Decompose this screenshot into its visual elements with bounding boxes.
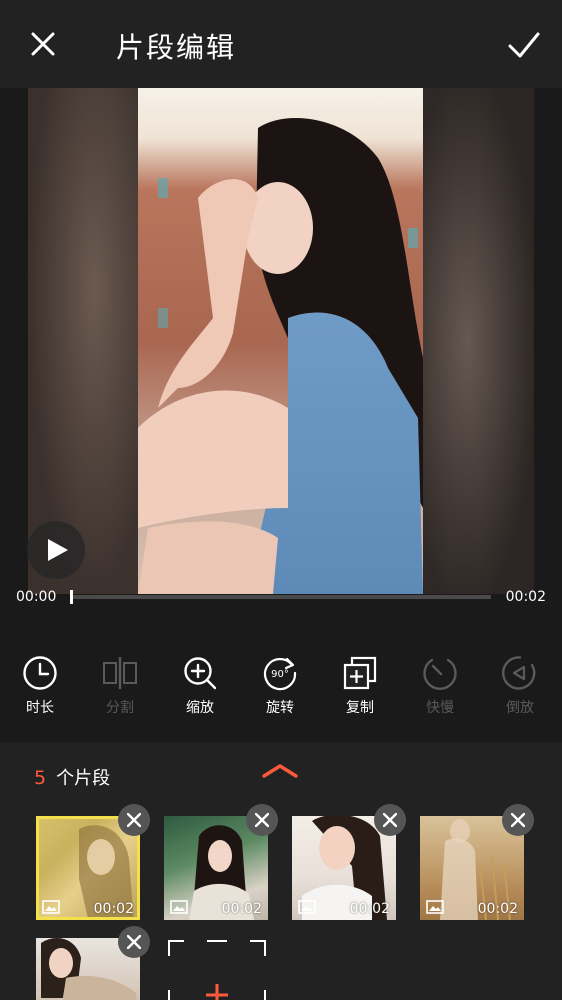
speed-icon xyxy=(423,658,457,690)
play-button[interactable] xyxy=(27,521,85,579)
close-button[interactable] xyxy=(26,27,60,61)
clip-duration: 00:02 xyxy=(221,901,262,917)
tool-duplicate[interactable]: 复制 xyxy=(325,655,395,725)
tool-zoom[interactable]: 缩放 xyxy=(165,655,235,725)
total-time: 00:02 xyxy=(505,589,546,605)
tool-rotate[interactable]: 90° 旋转 xyxy=(245,655,315,725)
tool-duration-label: 时长 xyxy=(26,700,54,716)
clip-count-number: 5 xyxy=(34,767,47,789)
tool-split[interactable]: 分割 xyxy=(85,655,155,725)
close-icon xyxy=(127,935,141,949)
clip-duration: 00:02 xyxy=(349,901,390,917)
blurred-background-left xyxy=(28,88,138,594)
edit-toolbar: 时长 分割 缩放 90° 旋转 复制 快慢 倒放 xyxy=(0,655,562,725)
tool-reverse-label: 倒放 xyxy=(506,700,534,716)
clip-duration: 00:02 xyxy=(93,901,134,917)
image-icon xyxy=(298,900,316,914)
close-icon xyxy=(127,813,141,827)
clip-thumbnail[interactable]: 00:02 xyxy=(36,804,150,920)
remove-clip-button[interactable] xyxy=(118,804,150,836)
tool-speed-label: 快慢 xyxy=(426,700,454,716)
image-icon xyxy=(426,900,444,914)
video-preview[interactable] xyxy=(28,88,534,594)
remove-clip-button[interactable] xyxy=(374,804,406,836)
clip-duration: 00:02 xyxy=(477,901,518,917)
tool-zoom-label: 缩放 xyxy=(186,700,214,716)
current-time: 00:00 xyxy=(16,589,57,605)
preview-photo xyxy=(138,88,423,594)
page-title: 片段编辑 xyxy=(116,31,237,64)
plus-icon xyxy=(168,940,266,1000)
rotate-badge: 90° xyxy=(271,669,289,680)
remove-clip-button[interactable] xyxy=(502,804,534,836)
image-icon xyxy=(42,900,60,914)
clip-thumbnail[interactable]: 00:02 xyxy=(164,804,278,920)
clips-panel: 5 个片段 00:02 00:02 00:02 00:02 xyxy=(0,742,562,1000)
image-icon xyxy=(170,900,188,914)
remove-clip-button[interactable] xyxy=(246,804,278,836)
top-bar: 片段编辑 xyxy=(0,0,562,88)
clock-icon xyxy=(23,656,57,690)
clip-thumbnail[interactable]: 00:02 xyxy=(420,804,534,920)
tool-rotate-label: 旋转 xyxy=(266,700,294,716)
tool-reverse[interactable]: 倒放 xyxy=(485,655,555,725)
zoom-in-icon xyxy=(184,657,217,690)
checkmark-icon xyxy=(508,32,540,58)
clip-count: 5 个片段 xyxy=(34,764,110,790)
collapse-panel-button[interactable] xyxy=(262,760,298,780)
clip-thumbnail[interactable] xyxy=(36,926,150,1000)
tool-duration[interactable]: 时长 xyxy=(5,655,75,725)
tool-duplicate-label: 复制 xyxy=(346,700,374,716)
tool-speed[interactable]: 快慢 xyxy=(405,655,475,725)
clip-thumbnail[interactable]: 00:02 xyxy=(292,804,406,920)
close-icon xyxy=(255,813,269,827)
split-icon xyxy=(103,657,137,689)
add-clip-button[interactable] xyxy=(168,940,266,1000)
close-icon xyxy=(31,32,55,56)
clip-count-label: 个片段 xyxy=(56,768,111,789)
rotate-90-icon: 90° xyxy=(263,657,297,691)
tool-split-label: 分割 xyxy=(106,700,134,716)
reverse-icon xyxy=(502,656,536,690)
progress-bar[interactable] xyxy=(70,595,491,599)
progress-handle[interactable] xyxy=(70,590,73,604)
confirm-button[interactable] xyxy=(506,28,542,62)
chevron-up-icon xyxy=(262,764,298,778)
remove-clip-button[interactable] xyxy=(118,926,150,958)
close-icon xyxy=(383,813,397,827)
blurred-background-right xyxy=(423,88,534,594)
duplicate-icon xyxy=(343,656,377,690)
play-icon xyxy=(48,539,68,561)
close-icon xyxy=(511,813,525,827)
